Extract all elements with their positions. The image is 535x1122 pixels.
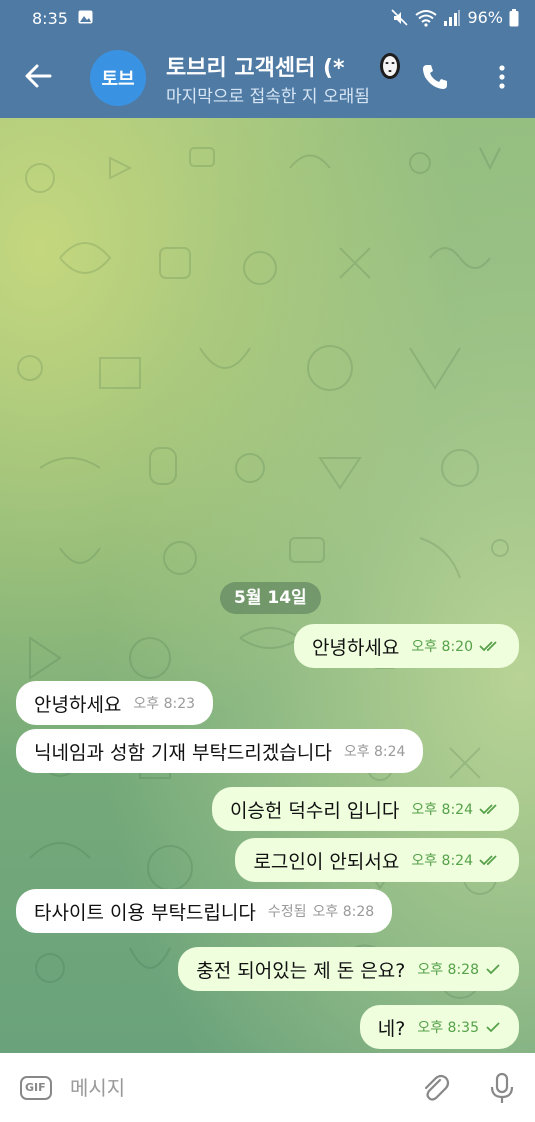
phone-icon[interactable] <box>420 62 450 92</box>
back-arrow-icon[interactable] <box>22 58 58 94</box>
chat-header: 토브 토브리 고객센터 (* 마지막으로 접속한 지 오래됨 <box>0 36 535 118</box>
message-bubble-incoming[interactable]: 닉네임과 성함 기재 부탁드리겠습니다 오후 8:24 <box>16 729 424 773</box>
message-text: 로그인이 안되서요 <box>253 850 400 873</box>
double-check-icon <box>479 641 497 652</box>
check-icon <box>486 1022 500 1033</box>
message-text: 네? <box>377 1017 406 1040</box>
message-bubble-outgoing[interactable]: 이승헌 덕수리 입니다 오후 8:24 <box>211 787 519 831</box>
battery-icon <box>509 8 519 26</box>
message-bubble-outgoing[interactable]: 충전 되어있는 제 돈 은요? 오후 8:28 <box>178 947 519 991</box>
edited-label: 수정됨 <box>267 904 307 920</box>
more-vertical-icon[interactable] <box>490 62 514 92</box>
message-time-label: 오후 8:20 <box>411 639 473 655</box>
message-bubble-outgoing[interactable]: 안녕하세요 오후 8:20 <box>293 624 519 668</box>
message-time: 오후 8:28 <box>417 959 501 979</box>
gif-label: GIF <box>25 1081 46 1094</box>
mute-icon <box>391 8 409 26</box>
avatar[interactable]: 토브 <box>90 50 146 106</box>
double-check-icon <box>479 804 497 815</box>
status-time: 8:35 <box>32 9 68 28</box>
wifi-icon <box>415 9 438 27</box>
message-input-bar: GIF 메시지 <box>0 1053 535 1122</box>
double-check-icon <box>479 855 497 866</box>
message-time: 오후 8:28 <box>312 904 375 920</box>
check-icon <box>486 964 500 975</box>
paperclip-icon[interactable] <box>418 1071 452 1105</box>
chat-area: 5월 14일 안녕하세요 오후 8:20 안녕하세요 오후 8:23 닉네임과 … <box>0 118 535 1053</box>
microphone-icon[interactable] <box>485 1071 519 1105</box>
date-separator: 5월 14일 <box>220 582 321 614</box>
message-time: 오후 8:23 <box>133 696 196 712</box>
message-bubble-incoming[interactable]: 안녕하세요 오후 8:23 <box>16 681 214 725</box>
message-text: 안녕하세요 <box>311 636 400 659</box>
message-text: 이승헌 덕수리 입니다 <box>229 799 400 822</box>
status-icons: 96% <box>391 8 519 27</box>
status-bar: 8:35 96% <box>0 0 535 36</box>
ghost-mask-emoji-icon <box>380 53 400 79</box>
message-text: 충전 되어있는 제 돈 은요? <box>196 959 406 982</box>
message-time: 오후 8:24 <box>343 744 406 760</box>
message-bubble-outgoing[interactable]: 로그인이 안되서요 오후 8:24 <box>235 838 519 882</box>
message-time-label: 오후 8:35 <box>417 1020 479 1036</box>
message-time-label: 오후 8:24 <box>411 853 473 869</box>
chat-subtitle: 마지막으로 접속한 지 오래됨 <box>166 87 370 107</box>
message-time: 오후 8:35 <box>417 1017 501 1037</box>
message-bubble-outgoing[interactable]: 네? 오후 8:35 <box>359 1005 519 1049</box>
chat-title[interactable]: 토브리 고객센터 (* <box>166 50 401 82</box>
message-time-label: 오후 8:24 <box>411 802 473 818</box>
message-input[interactable]: 메시지 <box>70 1071 390 1105</box>
message-text: 닉네임과 성함 기재 부탁드리겠습니다 <box>34 741 332 764</box>
message-bubble-incoming[interactable]: 타사이트 이용 부탁드립니다 수정됨 오후 8:28 <box>16 889 393 933</box>
image-icon <box>78 10 93 24</box>
battery-percent: 96% <box>467 8 503 27</box>
message-time-label: 오후 8:28 <box>417 962 479 978</box>
message-text: 타사이트 이용 부탁드립니다 <box>34 901 256 924</box>
message-time: 오후 8:20 <box>411 636 501 656</box>
signal-icon <box>444 9 461 26</box>
message-text: 안녕하세요 <box>34 693 122 716</box>
message-time: 오후 8:24 <box>411 850 501 870</box>
message-time: 오후 8:24 <box>411 799 501 819</box>
